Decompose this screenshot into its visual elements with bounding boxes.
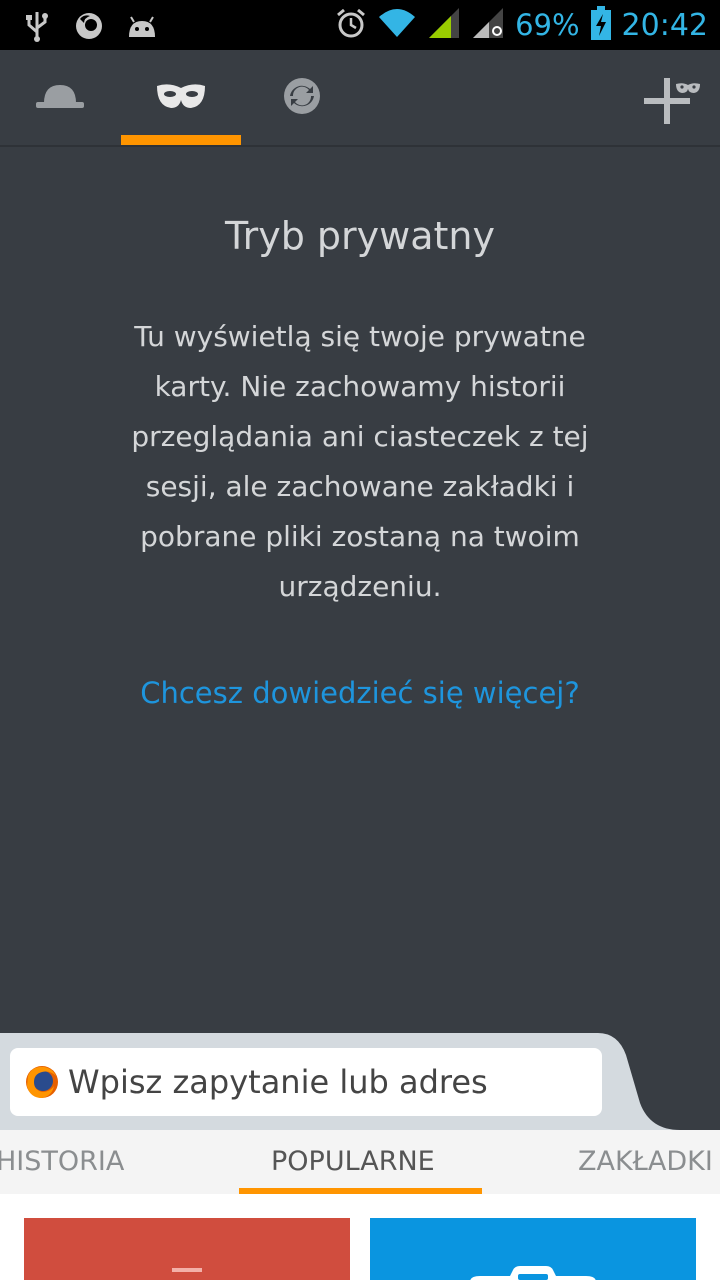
url-input[interactable]: Wpisz zapytanie lub adres [10,1048,602,1116]
battery-percent: 69% [515,8,580,42]
mask-icon [155,80,207,116]
add-private-tab-icon [642,78,702,136]
clock: 20:42 [621,7,708,43]
battery-charging-icon [590,6,612,44]
url-placeholder: Wpisz zapytanie lub adres [68,1063,488,1101]
status-bar: 69% 20:42 [0,0,720,50]
usb-icon [22,10,52,46]
normal-tabs-button[interactable] [0,50,120,145]
private-mode-description: Tu wyświetlą się twoje prywatne karty. N… [131,320,589,603]
firefox-icon [24,1064,60,1100]
hat-icon [34,81,86,115]
tab-bookmarks[interactable]: ZAKŁADKI [578,1146,713,1177]
sync-icon [282,76,322,120]
site-logo-icon [470,1266,596,1280]
tab-history[interactable]: HISTORIA [0,1146,124,1177]
top-site-thumbnail[interactable] [370,1218,696,1280]
signal-roaming-icon [471,6,505,44]
top-site-thumbnail[interactable] [24,1218,350,1280]
tab-top-sites[interactable]: POPULARNE [271,1146,435,1177]
private-mode-title: Tryb prywatny [224,214,495,258]
home-panel-tabs: HISTORIA POPULARNE ZAKŁADKI [0,1130,720,1194]
top-sites-grid [0,1194,720,1280]
thumbnail-content-mark [172,1268,202,1272]
synced-tabs-button[interactable] [242,50,362,145]
wifi-icon [377,7,417,43]
android-icon [126,13,158,43]
add-private-tab-button[interactable] [642,72,702,132]
alarm-icon [335,7,367,43]
signal-icon [427,6,461,44]
learn-more-link[interactable]: Chcesz dowiedzieć się więcej? [0,676,720,710]
firefox-icon [74,11,104,45]
private-tabs-button[interactable] [121,50,241,145]
tabs-panel-toolbar [0,50,720,147]
